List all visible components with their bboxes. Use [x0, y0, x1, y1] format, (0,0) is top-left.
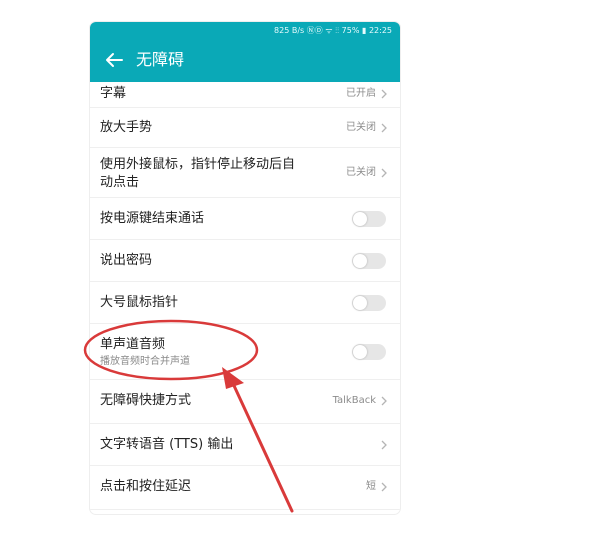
chevron-right-icon	[381, 440, 387, 450]
setting-row-large-pointer: 大号鼠标指针	[90, 282, 400, 324]
setting-row-power-ends-call: 按电源键结束通话	[90, 198, 400, 240]
status-bar: 825 B/s ⓃⒹ ᯤ ⫶⫶ 75% ▮ 22:25	[90, 22, 400, 38]
chevron-right-icon	[381, 396, 387, 406]
large-pointer-switch[interactable]	[352, 295, 386, 311]
page-title: 无障碍	[136, 50, 185, 69]
setting-value: 已开启	[346, 88, 376, 99]
setting-title: 放大手势	[100, 120, 153, 135]
setting-title: 点击和按住延迟	[100, 479, 192, 494]
chevron-right-icon	[381, 89, 387, 99]
switch-knob	[353, 254, 367, 268]
setting-row-tts-output[interactable]: 文字转语音 (TTS) 输出	[90, 424, 400, 466]
setting-title: 按电源键结束通话	[100, 211, 205, 226]
back-arrow-icon[interactable]	[102, 48, 126, 72]
chevron-right-icon	[381, 123, 387, 133]
setting-title: 字幕	[100, 86, 127, 101]
app-toolbar: 无障碍	[90, 38, 400, 82]
mono-audio-switch[interactable]	[352, 344, 386, 360]
setting-row-speak-passwords: 说出密码	[90, 240, 400, 282]
power-ends-call-switch[interactable]	[352, 211, 386, 227]
chevron-right-icon	[381, 168, 387, 178]
setting-value: 短	[366, 481, 376, 492]
setting-row-magnification[interactable]: 放大手势 已关闭	[90, 108, 400, 148]
setting-title: 文字转语音 (TTS) 输出	[100, 437, 234, 452]
setting-title-line1: 使用外接鼠标，指针停止移动后自	[100, 157, 296, 172]
setting-title-line2: 动点击	[100, 175, 140, 190]
setting-title: 大号鼠标指针	[100, 295, 179, 310]
setting-title: 说出密码	[100, 253, 153, 268]
speak-passwords-switch[interactable]	[352, 253, 386, 269]
switch-knob	[353, 345, 367, 359]
setting-value: TalkBack	[332, 395, 376, 406]
switch-knob	[353, 296, 367, 310]
phone-screen: 825 B/s ⓃⒹ ᯤ ⫶⫶ 75% ▮ 22:25 无障碍 字幕 已开启 放…	[90, 22, 400, 514]
setting-row-accessibility-shortcut[interactable]: 无障碍快捷方式 TalkBack	[90, 380, 400, 424]
switch-knob	[353, 212, 367, 226]
setting-row-captions[interactable]: 字幕 已开启	[90, 82, 400, 108]
setting-row-mono-audio: 单声道音频 播放音频时合并声道	[90, 324, 400, 380]
setting-subtitle: 播放音频时合并声道	[100, 356, 190, 367]
setting-value: 已关闭	[346, 122, 376, 133]
status-text: 825 B/s ⓃⒹ ᯤ ⫶⫶ 75% ▮ 22:25	[274, 26, 392, 35]
setting-value: 已关闭	[346, 167, 376, 178]
setting-row-auto-click[interactable]: 使用外接鼠标，指针停止移动后自 动点击 已关闭	[90, 148, 400, 198]
chevron-right-icon	[381, 482, 387, 492]
setting-title: 无障碍快捷方式	[100, 393, 192, 408]
setting-title: 单声道音频	[100, 337, 166, 352]
setting-row-touch-hold-delay[interactable]: 点击和按住延迟 短	[90, 466, 400, 510]
